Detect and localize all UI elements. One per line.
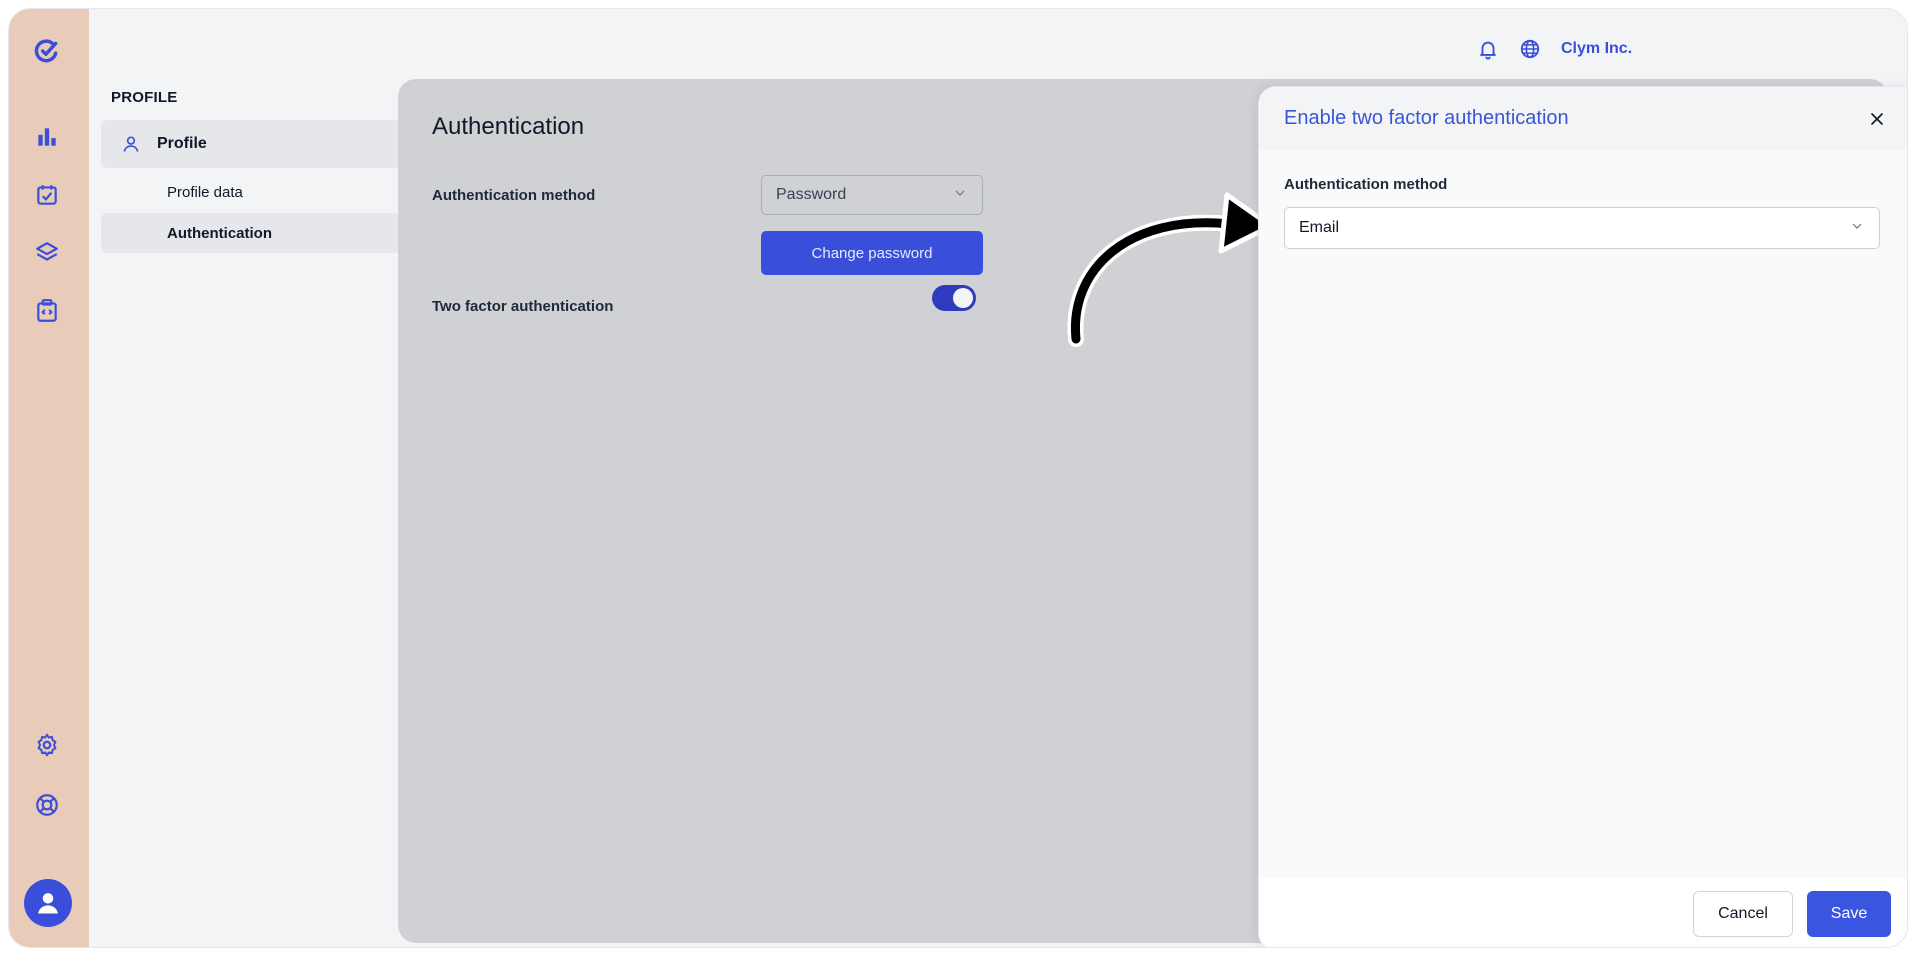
annotation-arrow	[1067, 192, 1274, 347]
page-title: Authentication	[432, 113, 585, 140]
subnav-item-authentication[interactable]: Authentication	[101, 213, 401, 253]
auth-method-value: Password	[776, 186, 847, 203]
drawer-title: Enable two factor authentication	[1284, 107, 1569, 129]
change-password-button[interactable]: Change password	[761, 231, 983, 275]
user-icon	[121, 134, 141, 154]
two-factor-toggle[interactable]	[932, 285, 976, 311]
drawer-body: Authentication method Email	[1259, 150, 1907, 275]
two-factor-drawer: Enable two factor authentication Authent…	[1258, 86, 1907, 947]
subnav-item-label: Profile	[157, 135, 207, 152]
app-frame: Clym Inc. PROFILE Profile Profile data A…	[8, 8, 1908, 948]
bell-icon[interactable]	[1477, 38, 1499, 60]
gear-icon[interactable]	[31, 729, 63, 761]
two-factor-method-value: Email	[1299, 219, 1340, 236]
drawer-field-label: Authentication method	[1284, 176, 1448, 193]
code-clipboard-icon[interactable]	[31, 295, 63, 327]
organization-name[interactable]: Clym Inc.	[1561, 40, 1632, 58]
cancel-button[interactable]: Cancel	[1693, 891, 1793, 937]
subnav-item-profile[interactable]: Profile	[101, 120, 401, 168]
drawer-header: Enable two factor authentication	[1259, 87, 1907, 150]
profile-subnav: PROFILE Profile Profile data Authenticat…	[101, 89, 401, 253]
header-actions: Clym Inc.	[1477, 29, 1632, 69]
auth-method-label: Authentication method	[432, 187, 596, 204]
two-factor-label: Two factor authentication	[432, 298, 614, 315]
close-icon[interactable]	[1867, 109, 1887, 129]
left-rail	[9, 9, 89, 947]
two-factor-method-select[interactable]: Email	[1284, 207, 1880, 249]
globe-icon[interactable]	[1519, 38, 1541, 60]
checkbox-icon[interactable]	[31, 179, 63, 211]
save-button[interactable]: Save	[1807, 891, 1891, 937]
subnav-item-label: Profile data	[167, 183, 243, 201]
toggle-knob	[953, 288, 973, 308]
chevron-down-icon	[952, 185, 968, 206]
bar-chart-icon[interactable]	[31, 121, 63, 153]
layers-icon[interactable]	[31, 237, 63, 269]
lifebuoy-icon[interactable]	[31, 789, 63, 821]
subnav-item-profile-data[interactable]: Profile data	[101, 171, 401, 213]
user-avatar-icon[interactable]	[24, 879, 72, 927]
drawer-footer: Cancel Save	[1259, 878, 1907, 947]
auth-method-select[interactable]: Password	[761, 175, 983, 215]
logo-icon[interactable]	[31, 35, 63, 67]
subnav-title: PROFILE	[111, 89, 178, 106]
chevron-down-icon	[1849, 218, 1865, 239]
subnav-item-label: Authentication	[167, 224, 272, 242]
